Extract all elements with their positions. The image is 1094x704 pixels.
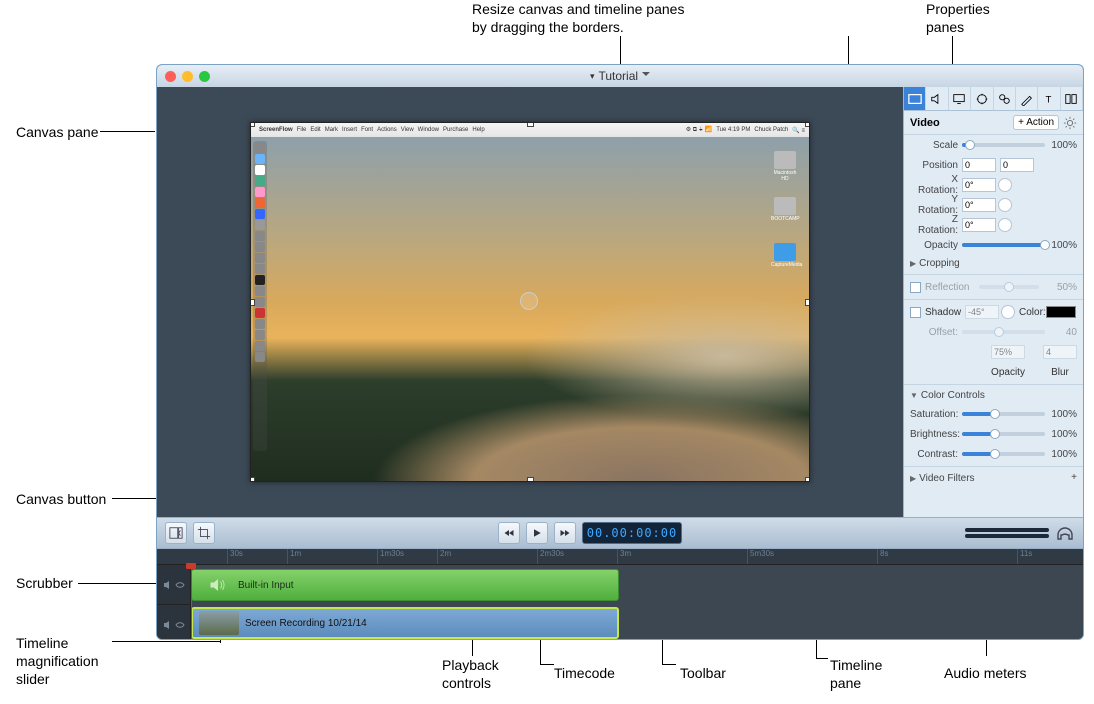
canvas-pane[interactable]: ScreenFlow File Edit Mark Insert Font Ac…	[157, 87, 903, 517]
sec-colorctrl[interactable]: ▼Color Controls	[904, 387, 1083, 404]
prop-contrast[interactable]: Contrast:100%	[904, 444, 1083, 464]
prop-xrot[interactable]: X Rotation:	[904, 175, 1083, 195]
clip-video[interactable]: Screen Recording 10/21/14	[191, 607, 619, 639]
svg-text:T: T	[1045, 94, 1051, 105]
tab-media[interactable]	[1061, 87, 1083, 110]
gear-icon[interactable]	[1063, 116, 1077, 130]
window-controls[interactable]	[165, 71, 210, 82]
rot-dial[interactable]	[998, 178, 1012, 192]
sec-cropping[interactable]: ▶Cropping	[904, 255, 1083, 272]
prop-reflection[interactable]: Reflection 50%	[904, 277, 1083, 297]
minimize-icon[interactable]	[182, 71, 193, 82]
play-button[interactable]	[526, 522, 548, 544]
rewind-button[interactable]	[498, 522, 520, 544]
headphones-icon[interactable]	[1055, 523, 1075, 543]
prop-scale[interactable]: Scale 100%	[904, 135, 1083, 155]
close-icon[interactable]	[165, 71, 176, 82]
desktop-folder-icon: CaptureMedia	[771, 243, 799, 268]
desktop-bootcamp-icon: BOOTCAMP	[771, 197, 799, 222]
callout-timeline: Timeline pane	[830, 656, 882, 692]
reflection-checkbox	[910, 282, 921, 293]
add-filter-button[interactable]: +	[1071, 472, 1077, 484]
scrubber[interactable]	[191, 565, 192, 640]
track-headers	[157, 565, 191, 640]
mute-icon[interactable]	[163, 580, 173, 590]
props-title: Video	[910, 117, 940, 129]
tab-callout[interactable]	[971, 87, 993, 110]
prop-opacity[interactable]: Opacity 100%	[904, 235, 1083, 255]
tab-annotate[interactable]	[1016, 87, 1038, 110]
properties-tabs[interactable]: T	[904, 87, 1083, 111]
pos-y-input[interactable]	[1000, 158, 1034, 172]
window-title[interactable]: ▾ Tutorial	[590, 69, 650, 83]
inner-dock	[253, 141, 267, 451]
desktop-hd-icon: Macintosh HD	[771, 151, 799, 182]
callout-playback: Playback controls	[442, 656, 499, 692]
callout-mag: Timeline magnification slider	[16, 634, 99, 689]
audio-meter	[965, 522, 1049, 544]
callout-scrubber: Scrubber	[16, 574, 73, 592]
callout-timecode: Timecode	[554, 664, 615, 682]
hide-icon[interactable]	[175, 580, 185, 590]
callout-props: Properties panes	[926, 0, 990, 36]
callout-toolbar: Toolbar	[680, 664, 726, 682]
crop-button[interactable]	[193, 522, 215, 544]
prop-yrot[interactable]: Y Rotation:	[904, 195, 1083, 215]
prop-position[interactable]: Position	[904, 155, 1083, 175]
tab-screen[interactable]	[949, 87, 971, 110]
add-action-button[interactable]: + Action	[1013, 115, 1059, 130]
tab-audio[interactable]	[926, 87, 948, 110]
titlebar[interactable]: ▾ Tutorial	[157, 65, 1083, 87]
zoom-icon[interactable]	[199, 71, 210, 82]
forward-button[interactable]	[554, 522, 576, 544]
callout-canvasbtn: Canvas button	[16, 490, 106, 508]
callout-canvas: Canvas pane	[16, 123, 99, 141]
timeline-ruler[interactable]: 30s 1m 1m30s 2m 2m30s 3m 5m30s 8s 11s	[157, 549, 1083, 565]
toolbar: 00.00:00:00	[157, 517, 1083, 549]
prop-saturation[interactable]: Saturation:100%	[904, 404, 1083, 424]
prop-brightness[interactable]: Brightness:100%	[904, 424, 1083, 444]
canvas-button[interactable]	[165, 522, 187, 544]
properties-pane: T Video + Action Scale 100% Position	[903, 87, 1083, 517]
timeline-pane[interactable]: Built-in Input Screen Recording 10/21/14	[157, 565, 1083, 640]
pos-x-input[interactable]	[962, 158, 996, 172]
app-window: ▾ Tutorial ScreenFlow File Edit Mark Ins…	[156, 64, 1084, 640]
tab-touch[interactable]	[994, 87, 1016, 110]
shadow-checkbox	[910, 307, 921, 318]
prop-shadow[interactable]: Shadow Color:	[904, 302, 1083, 322]
callout-audio: Audio meters	[944, 664, 1026, 682]
canvas-media[interactable]: ScreenFlow File Edit Mark Insert Font Ac…	[250, 122, 810, 482]
clip-audio[interactable]: Built-in Input	[191, 569, 619, 601]
tab-video[interactable]	[904, 87, 926, 110]
timecode[interactable]: 00.00:00:00	[582, 522, 682, 544]
tab-text[interactable]: T	[1038, 87, 1060, 110]
prop-zrot[interactable]: Z Rotation:	[904, 215, 1083, 235]
callout-resize: Resize canvas and timeline panes by drag…	[472, 0, 684, 36]
sec-filters[interactable]: ▶Video Filters +	[904, 469, 1083, 487]
shadow-color-swatch[interactable]	[1046, 306, 1076, 318]
